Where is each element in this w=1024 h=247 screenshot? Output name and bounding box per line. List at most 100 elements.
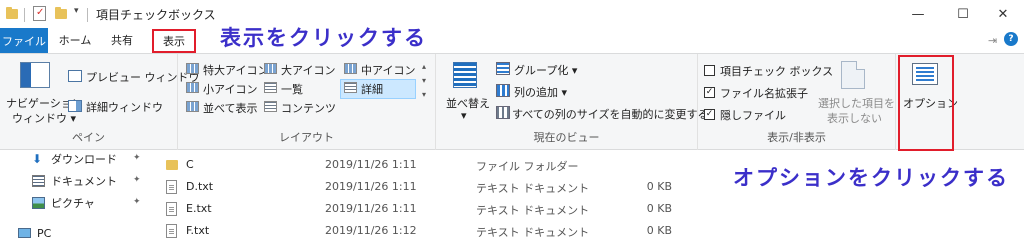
file-row[interactable]: E.txt 2019/11/26 1:11 テキスト ドキュメント 0 KB xyxy=(166,199,686,221)
file-name: D.txt xyxy=(186,180,214,193)
pane-group-label: ペイン xyxy=(72,131,105,144)
small-icons-icon xyxy=(186,82,199,93)
expand-ribbon-icon[interactable]: ⇥ xyxy=(988,34,997,47)
file-size: 0 KB xyxy=(646,224,672,237)
file-type: ファイル フォルダー xyxy=(476,160,579,173)
file-row[interactable]: C 2019/11/26 1:11 ファイル フォルダー xyxy=(166,155,686,177)
text-file-icon xyxy=(166,202,177,216)
documents-icon xyxy=(32,175,45,187)
item-checkboxes-label[interactable]: 項目チェック ボックス xyxy=(720,63,833,79)
maximize-icon: ☐ xyxy=(957,6,969,22)
window-title: 項目チェックボックス xyxy=(96,8,216,22)
file-date: 2019/11/26 1:11 xyxy=(325,180,417,193)
quick-access-dropdown-icon[interactable]: ▾ xyxy=(74,6,79,20)
large-icons-icon xyxy=(264,63,277,74)
current-view-group-label: 現在のビュー xyxy=(533,131,600,144)
add-columns-button[interactable]: 列の追加 ▾ xyxy=(514,84,567,100)
nav-item-label: ドキュメント xyxy=(51,175,117,188)
layout-list[interactable]: 一覧 xyxy=(281,81,303,97)
help-icon[interactable]: ? xyxy=(1004,32,1018,46)
minimize-icon: — xyxy=(911,6,925,22)
nav-item-downloads[interactable]: ⬇ ダウンロード xyxy=(32,149,117,169)
pane-group: ナビゲーション ウィンドウ ▾ プレビュー ウィンドウ 詳細ウィンドウ ペイン xyxy=(0,54,200,150)
hide-selected-items-icon xyxy=(841,61,865,89)
layout-details[interactable]: 詳細 xyxy=(361,81,383,97)
text-file-icon xyxy=(166,180,177,194)
nav-item-label: PC xyxy=(37,226,52,240)
size-columns-icon xyxy=(496,106,510,119)
ribbon-tab-bar: ファイル ホーム 共有 表示 xyxy=(0,28,1024,53)
hidden-items-checkbox[interactable]: ✓ xyxy=(704,109,715,120)
expand-gallery-icon[interactable]: ▾ xyxy=(419,88,429,102)
hidden-items-label[interactable]: 隠しファイル xyxy=(720,107,786,123)
file-size: 0 KB xyxy=(646,180,672,193)
nav-item-pictures[interactable]: ピクチャ xyxy=(32,193,95,213)
nav-item-pc[interactable]: PC xyxy=(18,223,51,243)
scroll-down-icon[interactable]: ▾ xyxy=(419,74,429,88)
nav-item-label: ダウンロード xyxy=(51,153,117,166)
layout-small-icons[interactable]: 小アイコン xyxy=(203,81,257,97)
file-row[interactable]: F.txt 2019/11/26 1:12 テキスト ドキュメント 0 KB xyxy=(166,221,686,243)
layout-content[interactable]: コンテンツ xyxy=(281,100,336,116)
file-name: C xyxy=(186,158,194,171)
file-extensions-label[interactable]: ファイル名拡張子 xyxy=(720,85,808,101)
details-icon xyxy=(344,82,357,93)
pin-icon[interactable]: ✦ xyxy=(133,175,141,185)
file-row[interactable]: D.txt 2019/11/26 1:11 テキスト ドキュメント 0 KB xyxy=(166,177,686,199)
separator xyxy=(87,8,88,22)
group-by-button[interactable]: グループ化 ▾ xyxy=(514,62,577,78)
tab-file[interactable]: ファイル xyxy=(0,28,48,53)
navigation-pane-dropdown[interactable]: ウィンドウ ▾ xyxy=(12,110,76,126)
preview-pane-icon xyxy=(68,70,82,82)
details-pane-button[interactable]: 詳細ウィンドウ xyxy=(86,99,163,115)
layout-medium-icons[interactable]: 中アイコン xyxy=(361,62,415,78)
close-button[interactable]: ✕ xyxy=(980,0,1024,28)
navigation-pane-icon[interactable] xyxy=(20,62,50,88)
file-type: テキスト ドキュメント xyxy=(476,226,590,239)
hide-selected-items-button-line1: 選択した項目を xyxy=(818,97,895,110)
group-by-icon xyxy=(496,62,510,75)
layout-group-label: レイアウト xyxy=(279,131,334,144)
content-icon xyxy=(264,101,277,112)
pin-icon[interactable]: ✦ xyxy=(133,197,141,207)
file-date: 2019/11/26 1:11 xyxy=(325,202,417,215)
separator xyxy=(24,8,25,22)
nav-item-documents[interactable]: ドキュメント xyxy=(32,171,117,191)
layout-extra-large-icons[interactable]: 特大アイコン xyxy=(203,62,268,78)
pin-icon[interactable]: ✦ xyxy=(133,153,141,163)
file-date: 2019/11/26 1:12 xyxy=(325,224,417,237)
medium-icons-icon xyxy=(344,63,357,74)
properties-icon[interactable]: ✓ xyxy=(33,6,46,21)
sort-by-dropdown[interactable]: ▾ xyxy=(461,109,467,122)
scroll-up-icon[interactable]: ▴ xyxy=(419,60,429,74)
pictures-icon xyxy=(32,197,45,209)
file-name: F.txt xyxy=(186,224,210,237)
sort-by-button[interactable]: 並べ替え xyxy=(446,95,490,111)
minimize-button[interactable]: — xyxy=(895,0,941,28)
details-pane-icon xyxy=(68,100,82,112)
options-highlight-box xyxy=(898,55,954,151)
nav-item-label: ピクチャ xyxy=(51,197,95,210)
item-checkboxes-checkbox[interactable] xyxy=(704,65,715,76)
annotation-click-options: オプションをクリックする xyxy=(733,166,1009,190)
add-columns-icon xyxy=(496,84,510,97)
tab-home[interactable]: ホーム xyxy=(52,28,98,52)
tab-view[interactable]: 表示 xyxy=(152,29,196,53)
tab-share[interactable]: 共有 xyxy=(102,28,142,52)
layout-scroll-arrows[interactable]: ▴ ▾ ▾ xyxy=(419,60,429,116)
file-size: 0 KB xyxy=(646,202,672,215)
title-bar: ✓ ▾ 項目チェックボックス — ☐ ✕ xyxy=(0,0,1024,28)
layout-tiles[interactable]: 並べて表示 xyxy=(203,100,258,116)
close-icon: ✕ xyxy=(997,6,1009,22)
sort-by-icon[interactable] xyxy=(453,62,477,88)
file-type: テキスト ドキュメント xyxy=(476,204,590,217)
layout-large-icons[interactable]: 大アイコン xyxy=(281,62,335,78)
annotation-click-view: 表示をクリックする xyxy=(220,26,427,50)
file-extensions-checkbox[interactable]: ✓ xyxy=(704,87,715,98)
download-arrow-icon: ⬇ xyxy=(32,152,43,166)
file-type: テキスト ドキュメント xyxy=(476,182,590,195)
computer-icon xyxy=(18,228,31,238)
extra-large-icons-icon xyxy=(186,63,199,74)
file-name: E.txt xyxy=(186,202,212,215)
size-all-columns-button[interactable]: すべての列のサイズを自動的に変更する xyxy=(512,106,708,122)
